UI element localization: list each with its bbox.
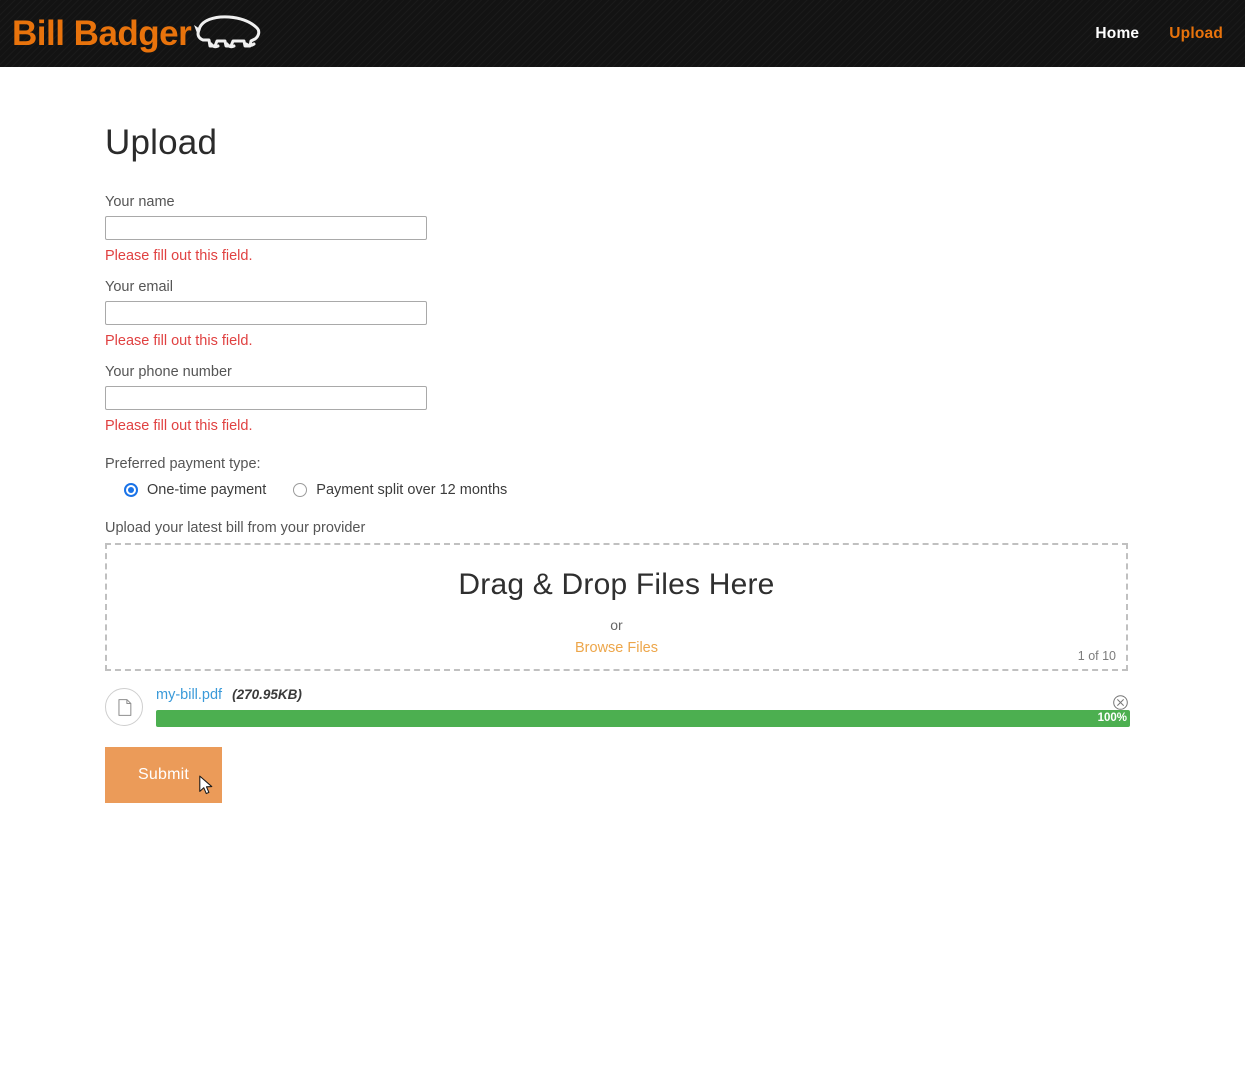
radio-label-one-time: One-time payment — [147, 482, 267, 498]
content-container: Upload Your name Please fill out this fi… — [0, 67, 1245, 803]
error-your-name: Please fill out this field. — [105, 248, 253, 264]
field-your-phone: Your phone number Please fill out this f… — [105, 364, 1128, 434]
page-body: Upload Your name Please fill out this fi… — [0, 67, 1245, 803]
radio-selected-icon[interactable] — [124, 483, 138, 497]
page-title: Upload — [105, 123, 218, 162]
radio-option-split-12-months[interactable]: Payment split over 12 months — [293, 482, 507, 498]
file-details: my-bill.pdf (270.95KB) 100% — [156, 687, 1130, 727]
file-counter: 1 of 10 — [1077, 649, 1116, 663]
field-your-name: Your name Please fill out this field. — [105, 194, 1128, 264]
file-name-line: my-bill.pdf (270.95KB) — [156, 687, 1128, 703]
file-name-link[interactable]: my-bill.pdf — [156, 687, 222, 703]
upload-progress-fill: 100% — [156, 710, 1130, 727]
dropzone-title: Drag & Drop Files Here — [458, 568, 775, 601]
submit-button[interactable]: Submit — [105, 747, 222, 803]
label-your-email: Your email — [105, 279, 173, 295]
file-dropzone[interactable]: Drag & Drop Files Here or Browse Files 1… — [105, 543, 1128, 671]
brand-title: Bill Badger — [12, 14, 192, 53]
dropzone-label: Upload your latest bill from your provid… — [105, 520, 366, 536]
browse-files-link[interactable]: Browse Files — [575, 640, 658, 656]
error-your-phone: Please fill out this field. — [105, 418, 253, 434]
badger-logo-icon — [189, 10, 265, 58]
file-size-label: (270.95KB) — [232, 687, 302, 702]
payment-type-label: Preferred payment type: — [105, 456, 261, 472]
upload-progress-bar: 100% — [156, 710, 1130, 727]
navbar: Bill Badger Home Upload — [0, 0, 1245, 67]
radio-unselected-icon[interactable] — [293, 483, 308, 497]
nav-links: Home Upload — [1095, 25, 1223, 43]
file-list-item: my-bill.pdf (270.95KB) 100% — [105, 687, 1130, 727]
error-your-email: Please fill out this field. — [105, 333, 253, 349]
upload-progress-label: 100% — [1097, 711, 1127, 724]
nav-link-home[interactable]: Home — [1095, 25, 1139, 43]
input-your-email[interactable] — [105, 301, 427, 325]
input-your-phone[interactable] — [105, 386, 427, 410]
input-your-name[interactable] — [105, 216, 427, 240]
upload-form: Your name Please fill out this field. Yo… — [105, 194, 1130, 803]
nav-link-upload[interactable]: Upload — [1169, 25, 1223, 43]
payment-type-group: Preferred payment type: One-time payment… — [105, 456, 1128, 498]
radio-option-one-time[interactable]: One-time payment — [124, 482, 266, 498]
label-your-phone: Your phone number — [105, 364, 232, 380]
radio-label-split-12-months: Payment split over 12 months — [316, 482, 508, 498]
payment-type-options: One-time payment Payment split over 12 m… — [105, 482, 1128, 498]
circle-x-icon[interactable] — [1112, 694, 1129, 711]
document-icon — [105, 688, 143, 726]
label-your-name: Your name — [105, 194, 175, 210]
dropzone-or-text: or — [610, 617, 623, 633]
field-your-email: Your email Please fill out this field. — [105, 279, 1128, 349]
brand-logo-link[interactable]: Bill Badger — [12, 10, 265, 58]
